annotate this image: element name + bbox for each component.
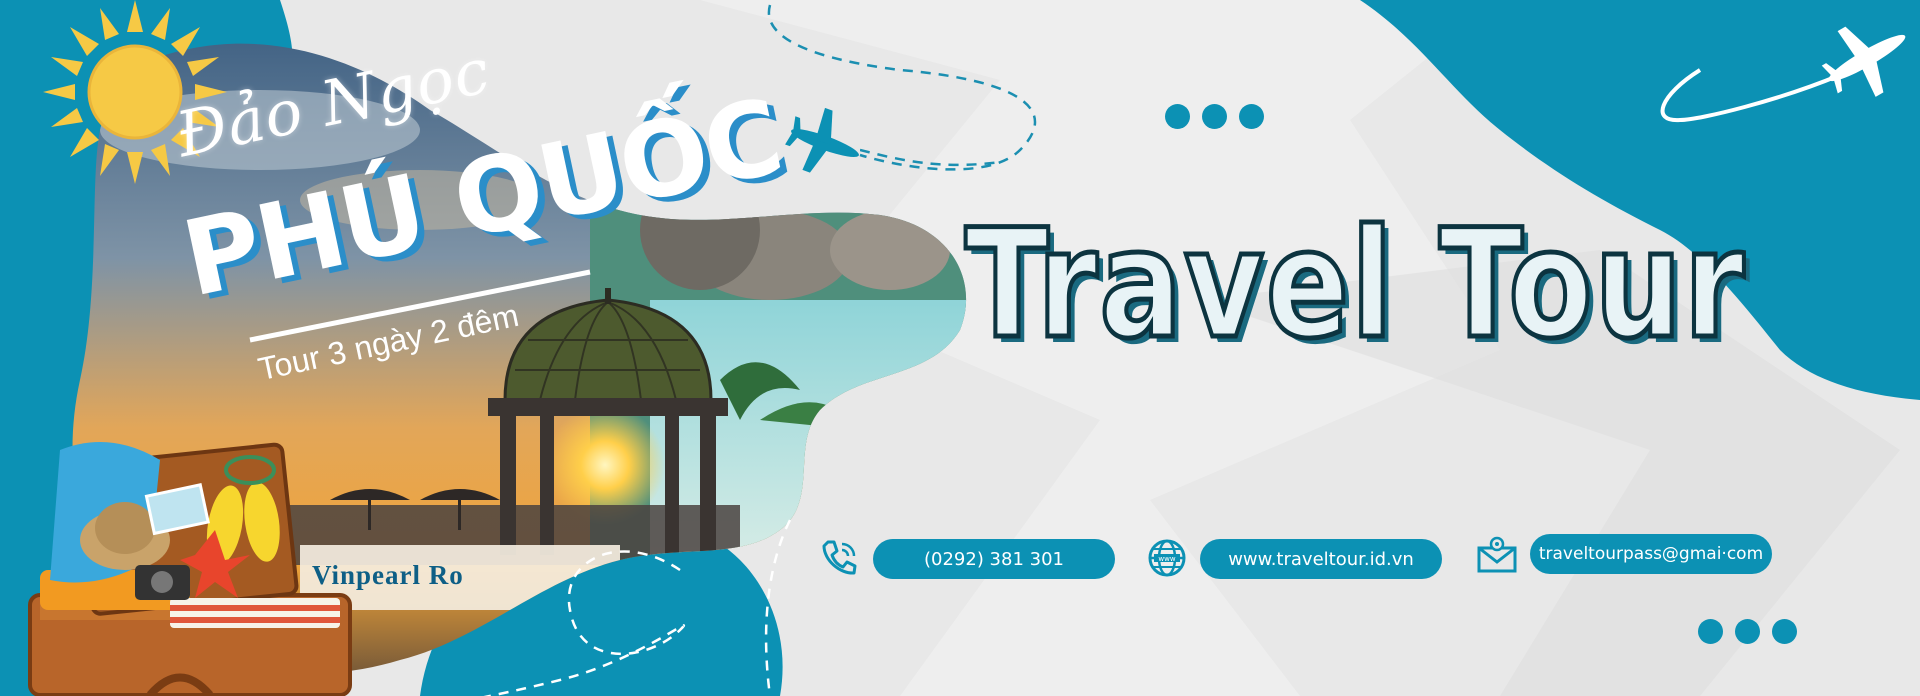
svg-text:www: www xyxy=(1158,555,1175,563)
airplane-icon xyxy=(785,108,859,173)
website-link[interactable]: www.traveltour.id.vn xyxy=(1200,539,1442,579)
airplane-icon xyxy=(1821,26,1906,97)
decorative-dots xyxy=(1698,619,1797,644)
phone-number[interactable]: (0292) 381 301 xyxy=(873,539,1115,579)
mail-icon xyxy=(1477,536,1517,573)
phone-icon xyxy=(822,540,857,575)
email-link[interactable]: traveltourpass@gmai·com xyxy=(1530,534,1772,574)
resort-label: Vinpearl Ro xyxy=(312,560,464,590)
page-heading: Travel Tour xyxy=(963,198,1746,372)
decorative-dots xyxy=(1165,104,1264,129)
travel-banner: Đảo Ngọc PHÚ QUỐC Tour 3 ngày 2 đêm Vinp… xyxy=(0,0,1920,696)
globe-icon: www xyxy=(1148,539,1186,577)
flight-path xyxy=(860,148,1001,167)
